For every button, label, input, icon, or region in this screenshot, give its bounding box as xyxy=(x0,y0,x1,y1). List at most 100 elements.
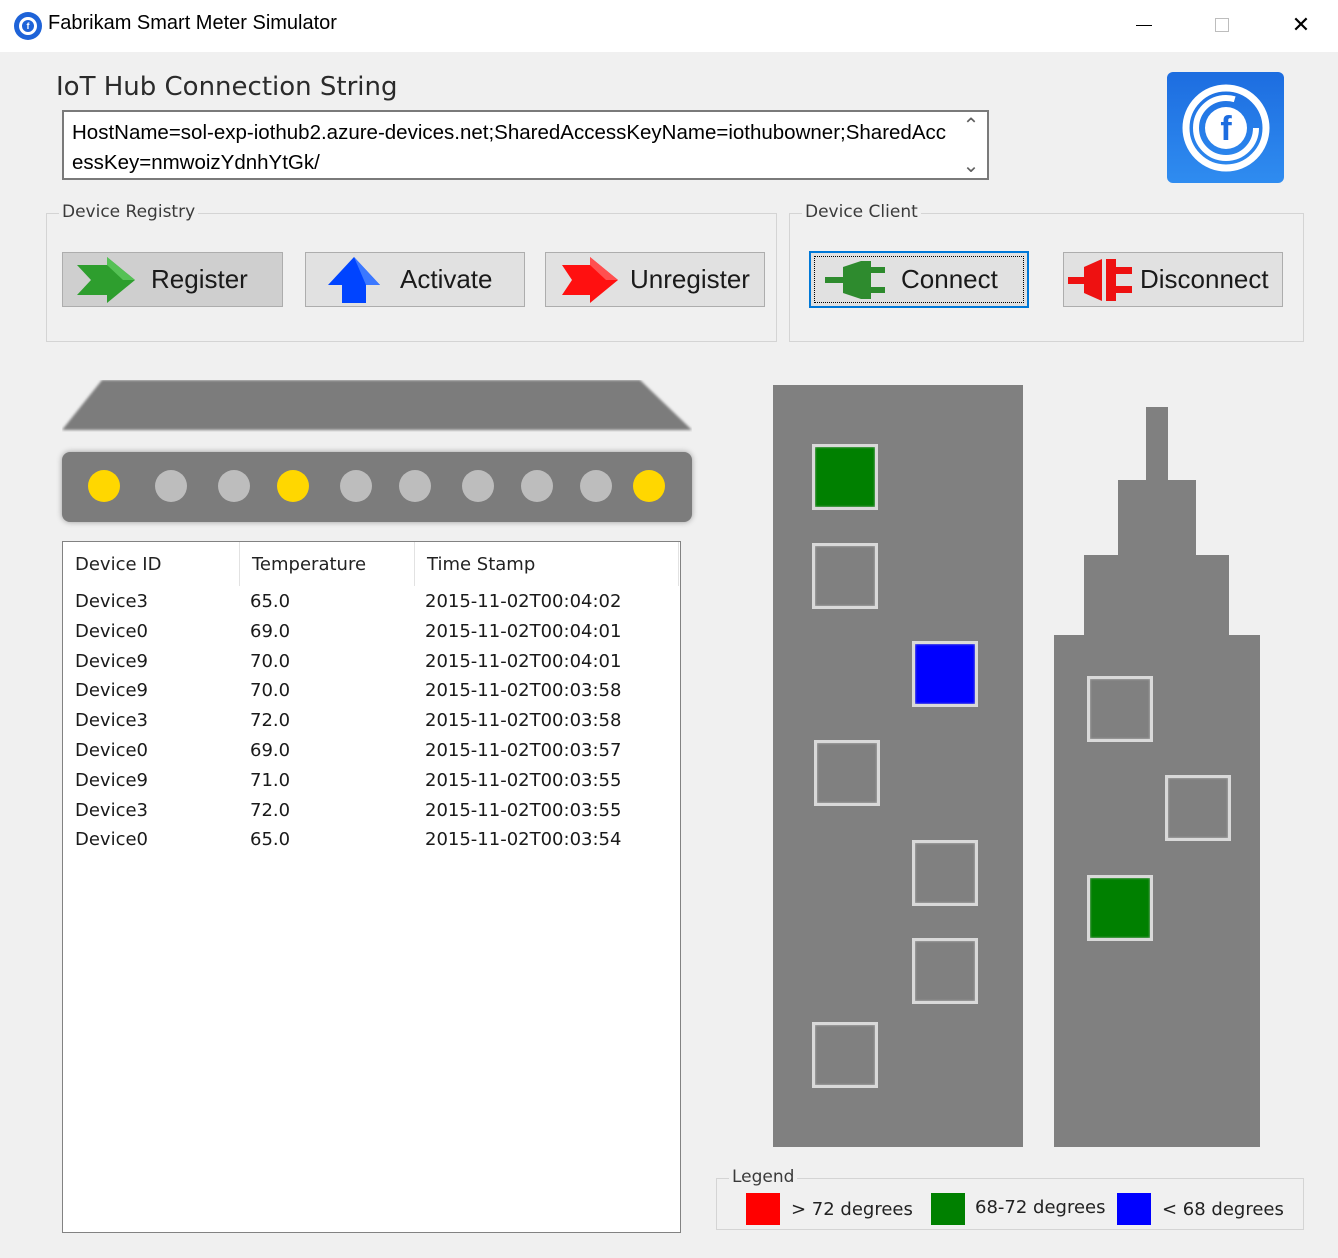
cell-timestamp: 2015-11-02T00:03:58 xyxy=(425,710,622,732)
scroll-down-icon[interactable]: ⌄ xyxy=(963,154,980,176)
legend-swatch-normal xyxy=(931,1193,965,1225)
disconnect-label: Disconnect xyxy=(1140,264,1269,294)
scroll-up-icon[interactable]: ⌃ xyxy=(963,114,980,136)
table-row[interactable]: Device0 69.0 2015-11-02T00:03:57 xyxy=(63,736,680,766)
cell-temperature: 69.0 xyxy=(250,740,291,761)
telemetry-table[interactable]: Device ID Temperature Time Stamp Device3… xyxy=(62,541,681,1233)
left-building-window xyxy=(812,1022,878,1088)
title-bar: f Fabrikam Smart Meter Simulator ✕ xyxy=(0,0,1338,52)
register-button[interactable]: Register xyxy=(62,252,283,307)
status-led xyxy=(399,470,431,502)
cell-timestamp: 2015-11-02T00:04:02 xyxy=(425,591,622,612)
cell-temperature: 65.0 xyxy=(250,829,291,851)
status-led xyxy=(155,470,187,502)
green-arrow-icon xyxy=(77,256,135,303)
table-row[interactable]: Device9 70.0 2015-11-02T00:03:58 xyxy=(63,676,680,706)
register-label: Register xyxy=(151,264,248,294)
cell-device-id: Device9 xyxy=(75,650,149,672)
legend-swatch-hot xyxy=(746,1193,780,1225)
table-row[interactable]: Device3 65.0 2015-11-02T00:04:02 xyxy=(63,587,680,617)
activate-button[interactable]: Activate xyxy=(305,252,525,307)
close-icon: ✕ xyxy=(1291,12,1311,38)
blue-arrow-icon xyxy=(328,256,380,303)
left-building-window xyxy=(812,444,878,510)
cell-timestamp: 2015-11-02T00:03:54 xyxy=(425,829,622,851)
legend-text-cold: < 68 degrees xyxy=(1162,1199,1284,1220)
hub-led-strip xyxy=(62,452,692,522)
unregister-label: Unregister xyxy=(630,264,750,294)
cell-device-id: Device3 xyxy=(75,799,149,821)
activate-label: Activate xyxy=(400,264,493,294)
left-building-window xyxy=(912,840,978,906)
cell-device-id: Device0 xyxy=(75,740,149,761)
connection-string-value[interactable]: HostName=sol-exp-iothub2.azure-devices.n… xyxy=(72,118,952,178)
cell-device-id: Device0 xyxy=(75,829,149,851)
left-building xyxy=(773,385,1023,1147)
connection-string-input[interactable]: HostName=sol-exp-iothub2.azure-devices.n… xyxy=(62,110,989,180)
window-title: Fabrikam Smart Meter Simulator xyxy=(48,12,337,34)
status-led xyxy=(88,470,120,502)
cell-timestamp: 2015-11-02T00:04:01 xyxy=(425,650,622,672)
column-header-temperature[interactable]: Temperature xyxy=(240,542,415,586)
legend-text-normal: 68-72 degrees xyxy=(975,1197,1106,1218)
right-building-window xyxy=(1087,875,1153,941)
left-building-window xyxy=(814,740,880,806)
connect-button[interactable]: Connect xyxy=(809,251,1029,308)
status-led xyxy=(340,470,372,502)
status-led xyxy=(218,470,250,502)
green-plug-icon xyxy=(825,260,885,299)
legend-text-hot: > 72 degrees xyxy=(791,1199,913,1220)
cell-temperature: 70.0 xyxy=(250,650,291,672)
cell-temperature: 69.0 xyxy=(250,620,291,642)
table-row[interactable]: Device3 72.0 2015-11-02T00:03:55 xyxy=(63,796,680,826)
cell-timestamp: 2015-11-02T00:03:58 xyxy=(425,680,622,702)
status-led xyxy=(580,470,612,502)
cell-device-id: Device3 xyxy=(75,710,149,732)
cell-device-id: Device9 xyxy=(75,680,149,702)
cell-temperature: 72.0 xyxy=(250,799,291,821)
connection-string-label: IoT Hub Connection String xyxy=(56,72,398,102)
table-row[interactable]: Device0 65.0 2015-11-02T00:03:54 xyxy=(63,825,680,855)
cell-temperature: 72.0 xyxy=(250,710,291,732)
fabrikam-logo: f xyxy=(1167,72,1284,183)
minimize-button[interactable] xyxy=(1124,8,1164,42)
close-button[interactable]: ✕ xyxy=(1281,8,1321,42)
legend-label: Legend xyxy=(729,1167,798,1187)
column-header-timestamp[interactable]: Time Stamp xyxy=(415,542,679,586)
column-header-device-id[interactable]: Device ID xyxy=(63,542,240,586)
cell-timestamp: 2015-11-02T00:03:55 xyxy=(425,769,622,791)
cell-device-id: Device3 xyxy=(75,591,149,612)
table-row[interactable]: Device0 69.0 2015-11-02T00:04:01 xyxy=(63,617,680,647)
maximize-button[interactable] xyxy=(1202,8,1242,42)
cell-device-id: Device9 xyxy=(75,769,149,791)
cell-timestamp: 2015-11-02T00:03:55 xyxy=(425,799,622,821)
legend-group: Legend > 72 degrees 68-72 degrees < 68 d… xyxy=(716,1167,1304,1230)
maximize-icon xyxy=(1215,18,1229,32)
connection-scrollbar[interactable]: ⌃ ⌄ xyxy=(957,114,985,176)
table-row[interactable]: Device3 72.0 2015-11-02T00:03:58 xyxy=(63,706,680,736)
table-row[interactable]: Device9 71.0 2015-11-02T00:03:55 xyxy=(63,766,680,796)
status-led xyxy=(521,470,553,502)
device-client-label: Device Client xyxy=(802,202,921,222)
cell-temperature: 65.0 xyxy=(250,591,291,612)
cell-device-id: Device0 xyxy=(75,620,149,642)
logo-letter: f xyxy=(1220,110,1232,148)
left-building-window xyxy=(912,938,978,1004)
connect-label: Connect xyxy=(901,264,998,294)
legend-swatch-cold xyxy=(1117,1193,1151,1225)
minimize-icon xyxy=(1136,24,1152,26)
disconnect-button[interactable]: Disconnect xyxy=(1063,252,1283,307)
cell-timestamp: 2015-11-02T00:03:57 xyxy=(425,740,622,761)
cell-timestamp: 2015-11-02T00:04:01 xyxy=(425,620,622,642)
status-led xyxy=(462,470,494,502)
left-building-window xyxy=(812,543,878,609)
table-row[interactable]: Device9 70.0 2015-11-02T00:04:01 xyxy=(63,647,680,677)
red-plug-icon xyxy=(1068,258,1132,301)
cell-temperature: 70.0 xyxy=(250,680,291,702)
left-building-window xyxy=(912,641,978,707)
app-icon: f xyxy=(14,12,42,40)
status-led xyxy=(277,470,309,502)
hub-top-graphic xyxy=(62,380,692,430)
unregister-button[interactable]: Unregister xyxy=(545,252,765,307)
device-registry-label: Device Registry xyxy=(59,202,199,222)
